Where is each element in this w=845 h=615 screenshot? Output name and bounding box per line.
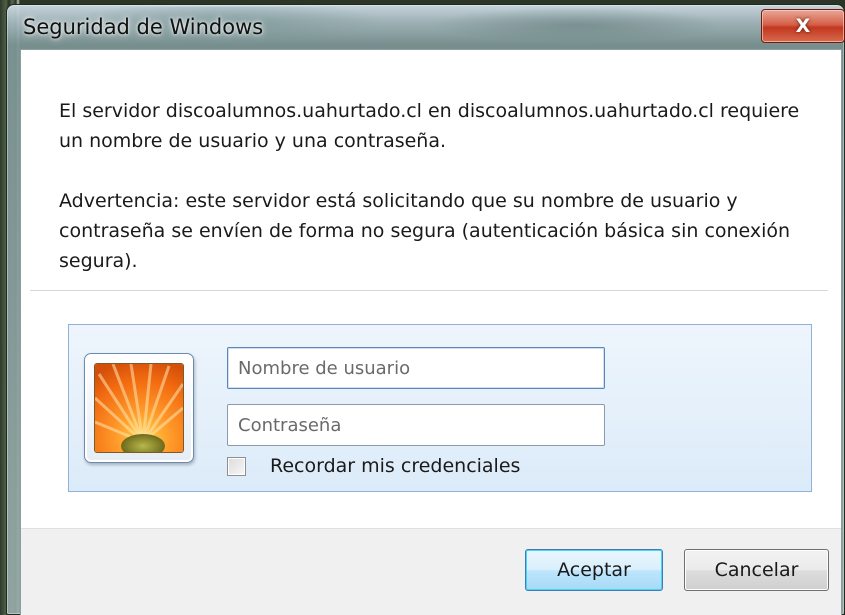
remember-credentials-checkbox[interactable] [227,456,246,476]
username-field[interactable] [227,347,605,389]
security-dialog: Seguridad de Windows X El servidor disco… [6,4,845,615]
close-button[interactable]: X [761,9,845,43]
user-tile [84,353,194,463]
password-field[interactable] [227,404,605,446]
cancel-button[interactable]: Cancelar [684,549,829,591]
close-icon: X [795,15,811,37]
warning-message: Advertencia: este servidor está solicita… [59,190,791,272]
credential-panel: Recordar mis credenciales [68,324,812,492]
server-message: El servidor discoalumnos.uahurtado.cl en… [59,100,800,152]
dialog-content: El servidor discoalumnos.uahurtado.cl en… [20,49,842,615]
divider [30,290,828,291]
remember-credentials-row[interactable]: Recordar mis credenciales [227,455,520,477]
remember-credentials-label[interactable]: Recordar mis credenciales [270,455,520,477]
orange-flower-user-picture-icon [94,363,184,453]
window-title: Seguridad de Windows [23,15,264,39]
button-bar: Aceptar Cancelar [21,528,841,615]
ok-button[interactable]: Aceptar [525,549,663,591]
